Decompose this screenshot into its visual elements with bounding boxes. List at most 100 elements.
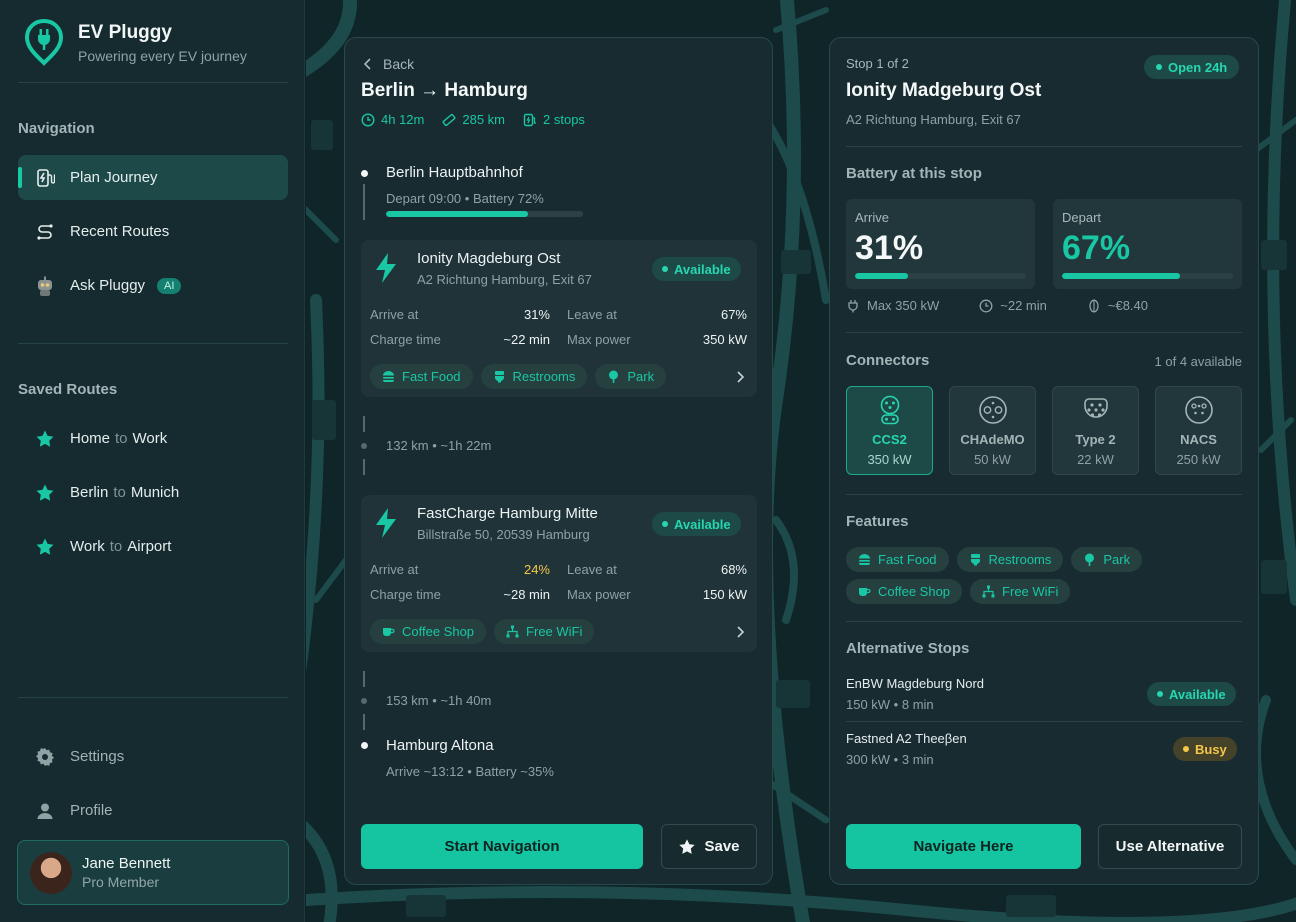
power-label: Max power (567, 587, 631, 602)
nav-item-profile[interactable]: Profile (18, 788, 288, 833)
saved-route-work-airport[interactable]: Work to Airport (18, 524, 288, 569)
save-button[interactable]: Save (661, 824, 757, 869)
stops-text: 2 stops (543, 112, 585, 127)
tree-icon (609, 370, 619, 383)
tag-free-wifi: Free WiFi (970, 579, 1071, 604)
sidebar: EV Pluggy Powering every EV journey Navi… (0, 0, 305, 922)
route-stops: 2 stops (523, 112, 585, 127)
nav-item-plan-journey[interactable]: Plan Journey (18, 155, 288, 200)
route-sep: to (109, 538, 123, 555)
stop-stats: Max 350 kW ~22 min ~€8.40 (846, 298, 1188, 313)
route-to: Airport (127, 538, 172, 555)
back-button[interactable]: Back (361, 56, 414, 72)
connector-power: 350 kW (867, 452, 912, 467)
depart-battery-box: Depart 67% (1053, 199, 1242, 289)
destination-battery: Battery ~35% (475, 764, 554, 779)
charge-label: Charge time (370, 332, 441, 347)
charger-icon (523, 113, 537, 126)
leave-value: 67% (720, 307, 747, 322)
status-badge: Available (652, 257, 741, 281)
tag-restrooms: Restrooms (956, 547, 1064, 572)
connectors-heading: Connectors (846, 352, 930, 369)
connector-power: 22 kW (1077, 452, 1114, 467)
user-card[interactable]: Jane Bennett Pro Member (17, 840, 289, 905)
connector-chademo[interactable]: CHAdeMO 50 kW (949, 386, 1036, 475)
back-label: Back (383, 56, 415, 72)
nav-item-recent-routes[interactable]: Recent Routes (18, 209, 288, 254)
route-title: Berlin → Hamburg (361, 80, 528, 102)
stop-address: A2 Richtung Hamburg, Exit 67 (846, 112, 1021, 127)
burger-icon (859, 554, 870, 565)
connector-ccs2[interactable]: CCS2 350 kW (846, 386, 933, 475)
coffee-icon (859, 588, 871, 596)
coffee-icon (383, 628, 395, 636)
origin-battery: Battery 72% (472, 191, 544, 206)
coin-icon (1089, 299, 1099, 312)
alt-stop-name[interactable]: Fastned A2 Theeβen (846, 731, 967, 746)
stop-name: Ionity Magdeburg Ost (417, 250, 561, 267)
connector-power: 50 kW (974, 452, 1011, 467)
arrive-value: 31% (523, 307, 550, 322)
user-role: Pro Member (82, 874, 160, 890)
nav-item-settings[interactable]: Settings (18, 734, 288, 779)
depart-battery-bar (1062, 273, 1233, 279)
stop-of-label: Stop 1 of 2 (846, 56, 909, 71)
save-label: Save (704, 838, 740, 855)
connector-power: 250 kW (1176, 452, 1221, 467)
arrive-value: 24% (523, 562, 550, 577)
timeline-line (363, 671, 365, 687)
tag-restrooms: Restrooms (480, 364, 588, 389)
nav-item-label: Plan Journey (70, 169, 158, 186)
time-stat: ~22 min (979, 298, 1067, 313)
tag-label: Coffee Shop (878, 584, 951, 599)
nav-item-label: Ask Pluggy (70, 277, 146, 294)
saved-route-home-work[interactable]: Home to Work (18, 416, 288, 461)
open-badge: Open 24h (1144, 55, 1240, 79)
leave-label: Leave at (567, 307, 617, 322)
duration-text: 4h 12m (381, 112, 425, 127)
user-icon (34, 800, 56, 822)
stop-card-1[interactable]: Ionity Magdeburg Ost A2 Richtung Hamburg… (361, 240, 757, 397)
route-from: Home (70, 430, 111, 447)
feature-tags-row-2: Coffee Shop Free WiFi (846, 579, 1078, 604)
navigate-here-button[interactable]: Navigate Here (846, 824, 1081, 869)
settings-label: Settings (70, 748, 125, 765)
tag-fast-food: Fast Food (846, 547, 949, 572)
arrive-label: Arrive at (370, 307, 419, 322)
lightning-icon (376, 508, 396, 538)
toilet-icon (970, 554, 980, 566)
saved-route-berlin-munich[interactable]: Berlin to Munich (18, 470, 288, 515)
stop-title: Ionity Madgeburg Ost (846, 80, 1042, 101)
route-icon (34, 221, 56, 243)
timeline-line (363, 714, 365, 730)
timeline-dot (361, 742, 368, 749)
segment-2-info: 153 km • ~1h 40m (386, 693, 492, 708)
chevron-right-icon[interactable] (735, 625, 745, 639)
timeline-dot (361, 443, 367, 449)
connector-nacs[interactable]: NACS 250 kW (1155, 386, 1242, 475)
start-navigation-button[interactable]: Start Navigation (361, 824, 643, 869)
route-from: Berlin (361, 80, 415, 101)
amenity-tags: Fast Food Restrooms Park (370, 364, 674, 389)
nav-heading: Navigation (18, 120, 95, 137)
stop-detail-panel: Stop 1 of 2 Open 24h Ionity Madgeburg Os… (829, 37, 1259, 885)
destination-arrive: Arrive ~13:12 (386, 764, 464, 779)
timeline-line (363, 416, 365, 432)
connector-type2[interactable]: Type 2 22 kW (1052, 386, 1139, 475)
tag-coffee-shop: Coffee Shop (370, 619, 487, 644)
alt-stop-name[interactable]: EnBW Magdeburg Nord (846, 676, 984, 691)
status-badge: Available (652, 512, 741, 536)
arrive-battery-fill (855, 273, 908, 279)
star-icon (34, 482, 56, 504)
route-panel: Back Berlin → Hamburg 4h 12m 285 km 2 st… (344, 37, 773, 885)
arrive-row: Arrive at 24% (370, 562, 550, 577)
avatar (30, 851, 72, 894)
stop-card-2[interactable]: FastCharge Hamburg Mitte Billstraße 50, … (361, 495, 757, 652)
use-alternative-button[interactable]: Use Alternative (1098, 824, 1242, 869)
nav-item-ask-pluggy[interactable]: Ask Pluggy AI (18, 263, 288, 308)
brand[interactable]: EV Pluggy Powering every EV journey (24, 18, 247, 66)
chevron-right-icon[interactable] (735, 370, 745, 384)
route-meta: 4h 12m 285 km 2 stops (361, 112, 603, 127)
amenity-tags: Coffee Shop Free WiFi (370, 619, 602, 644)
ruler-icon (442, 113, 456, 126)
